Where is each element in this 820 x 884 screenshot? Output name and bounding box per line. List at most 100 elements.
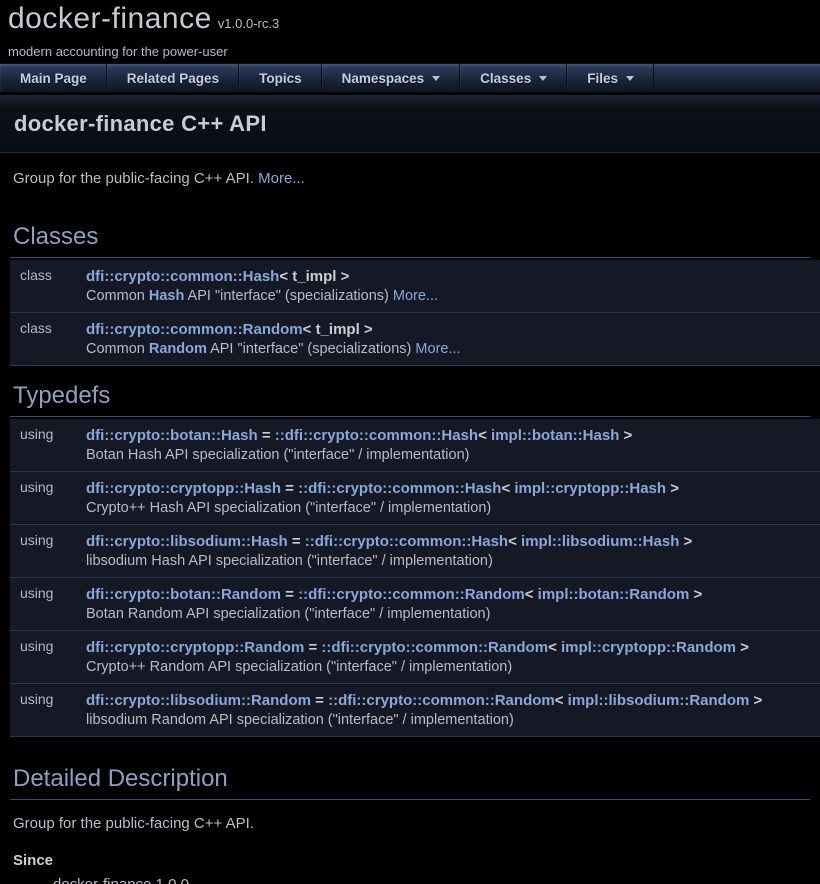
member-description: Common Hash API "interface" (specializat…: [86, 286, 820, 313]
chevron-down-icon: [432, 76, 440, 81]
member-description: Crypto++ Hash API specialization ("inter…: [86, 498, 820, 525]
impl-link[interactable]: impl::libsodium::Hash: [521, 533, 679, 550]
angle-close: >: [679, 533, 692, 550]
tab-classes[interactable]: Classes: [460, 64, 567, 92]
table-row: using dfi::crypto::libsodium::Hash = ::d…: [10, 525, 820, 552]
table-row: class dfi::crypto::common::Random< t_imp…: [10, 313, 820, 340]
tab-label: Related Pages: [127, 71, 219, 86]
target-link[interactable]: ::dfi::crypto::common::Random: [321, 639, 548, 656]
tab-namespaces-link[interactable]: Namespaces: [323, 64, 460, 92]
target-link[interactable]: ::dfi::crypto::common::Hash: [298, 480, 501, 497]
typedef-link[interactable]: dfi::crypto::botan::Hash: [86, 427, 258, 444]
target-link[interactable]: ::dfi::crypto::common::Random: [298, 586, 525, 603]
member-kind-spacer: [10, 286, 86, 313]
tab-main-page[interactable]: Main Page: [0, 64, 107, 92]
angle-open: <: [478, 427, 491, 444]
table-row: libsodium Random API specialization ("in…: [10, 710, 820, 737]
project-version: v1.0.0-rc.3: [218, 16, 279, 31]
since-block: Since docker-finance 1.0.0: [13, 852, 820, 884]
angle-close: >: [619, 427, 632, 444]
member-declaration: dfi::crypto::common::Hash< t_impl >: [86, 260, 820, 286]
member-description: Crypto++ Random API specialization ("int…: [86, 657, 820, 684]
table-row: using dfi::crypto::cryptopp::Hash = ::df…: [10, 472, 820, 499]
detailed-description-heading: Detailed Description: [10, 765, 810, 800]
chevron-down-icon: [539, 76, 547, 81]
typedefs-heading: Typedefs: [10, 382, 810, 417]
tab-related-pages[interactable]: Related Pages: [107, 64, 239, 92]
angle-close: >: [736, 639, 749, 656]
class-link[interactable]: Random: [149, 341, 207, 357]
target-link[interactable]: ::dfi::crypto::common::Hash: [275, 427, 478, 444]
table-row: Common Random API "interface" (specializ…: [10, 339, 820, 366]
tab-namespaces[interactable]: Namespaces: [322, 64, 461, 92]
member-declaration: dfi::crypto::botan::Random = ::dfi::cryp…: [86, 578, 820, 605]
class-link[interactable]: dfi::crypto::common::Random: [86, 321, 303, 338]
tab-files-link[interactable]: Files: [568, 64, 653, 92]
tab-related-pages-link[interactable]: Related Pages: [108, 64, 238, 92]
tab-label: Namespaces: [342, 71, 425, 86]
typedef-link[interactable]: dfi::crypto::libsodium::Hash: [86, 533, 288, 550]
member-kind-spacer: [10, 604, 86, 631]
desc-text: API "interface" (specializations): [184, 288, 393, 304]
more-link[interactable]: More...: [258, 170, 305, 187]
member-declaration: dfi::crypto::botan::Hash = ::dfi::crypto…: [86, 419, 820, 445]
impl-link[interactable]: impl::botan::Hash: [491, 427, 619, 444]
equals-sign: =: [288, 533, 305, 550]
member-kind-spacer: [10, 498, 86, 525]
tab-label: Main Page: [20, 71, 87, 86]
angle-open: <: [548, 639, 561, 656]
classes-heading: Classes: [10, 223, 810, 258]
table-row: class dfi::crypto::common::Hash< t_impl …: [10, 260, 820, 286]
template-args: < t_impl >: [279, 268, 349, 285]
member-kind: using: [10, 472, 86, 499]
equals-sign: =: [258, 427, 275, 444]
impl-link[interactable]: impl::cryptopp::Hash: [514, 480, 666, 497]
template-args: < t_impl >: [303, 321, 373, 338]
angle-close: >: [749, 692, 762, 709]
tab-topics[interactable]: Topics: [239, 64, 322, 92]
table-row: using dfi::crypto::cryptopp::Random = ::…: [10, 631, 820, 658]
member-description: libsodium Random API specialization ("in…: [86, 710, 820, 737]
member-description: Botan Random API specialization ("interf…: [86, 604, 820, 631]
class-link[interactable]: Hash: [149, 288, 184, 304]
typedef-link[interactable]: dfi::crypto::libsodium::Random: [86, 692, 311, 709]
since-value: docker-finance 1.0.0: [53, 876, 820, 884]
member-declaration: dfi::crypto::libsodium::Hash = ::dfi::cr…: [86, 525, 820, 552]
typedef-link[interactable]: dfi::crypto::cryptopp::Hash: [86, 480, 281, 497]
equals-sign: =: [311, 692, 328, 709]
target-link[interactable]: ::dfi::crypto::common::Hash: [305, 533, 508, 550]
typedef-link[interactable]: dfi::crypto::botan::Random: [86, 586, 281, 603]
target-link[interactable]: ::dfi::crypto::common::Random: [328, 692, 555, 709]
angle-open: <: [525, 586, 538, 603]
impl-link[interactable]: impl::libsodium::Random: [568, 692, 750, 709]
title-area: docker-financev1.0.0-rc.3 modern account…: [0, 0, 820, 60]
member-kind: class: [10, 260, 86, 286]
more-link[interactable]: More...: [393, 288, 438, 304]
table-row: Botan Random API specialization ("interf…: [10, 604, 820, 631]
class-link[interactable]: dfi::crypto::common::Hash: [86, 268, 279, 285]
more-link[interactable]: More...: [415, 341, 460, 357]
equals-sign: =: [281, 586, 298, 603]
impl-link[interactable]: impl::botan::Random: [538, 586, 690, 603]
typedef-link[interactable]: dfi::crypto::cryptopp::Random: [86, 639, 304, 656]
tab-files[interactable]: Files: [567, 64, 654, 92]
member-kind: using: [10, 631, 86, 658]
member-declaration: dfi::crypto::common::Random< t_impl >: [86, 313, 820, 340]
member-kind: using: [10, 419, 86, 445]
tab-classes-link[interactable]: Classes: [461, 64, 566, 92]
tab-label: Classes: [480, 71, 531, 86]
tab-topics-link[interactable]: Topics: [240, 64, 321, 92]
member-kind-spacer: [10, 551, 86, 578]
member-description: libsodium Hash API specialization ("inte…: [86, 551, 820, 578]
equals-sign: =: [304, 639, 321, 656]
member-kind: using: [10, 525, 86, 552]
tab-main-page-link[interactable]: Main Page: [1, 64, 106, 92]
member-kind-spacer: [10, 445, 86, 472]
table-row: Common Hash API "interface" (specializat…: [10, 286, 820, 313]
desc-text: Common: [86, 288, 149, 304]
table-row: libsodium Hash API specialization ("inte…: [10, 551, 820, 578]
member-kind: using: [10, 578, 86, 605]
tab-label: Topics: [259, 71, 302, 86]
table-row: using dfi::crypto::botan::Hash = ::dfi::…: [10, 419, 820, 445]
impl-link[interactable]: impl::cryptopp::Random: [561, 639, 736, 656]
